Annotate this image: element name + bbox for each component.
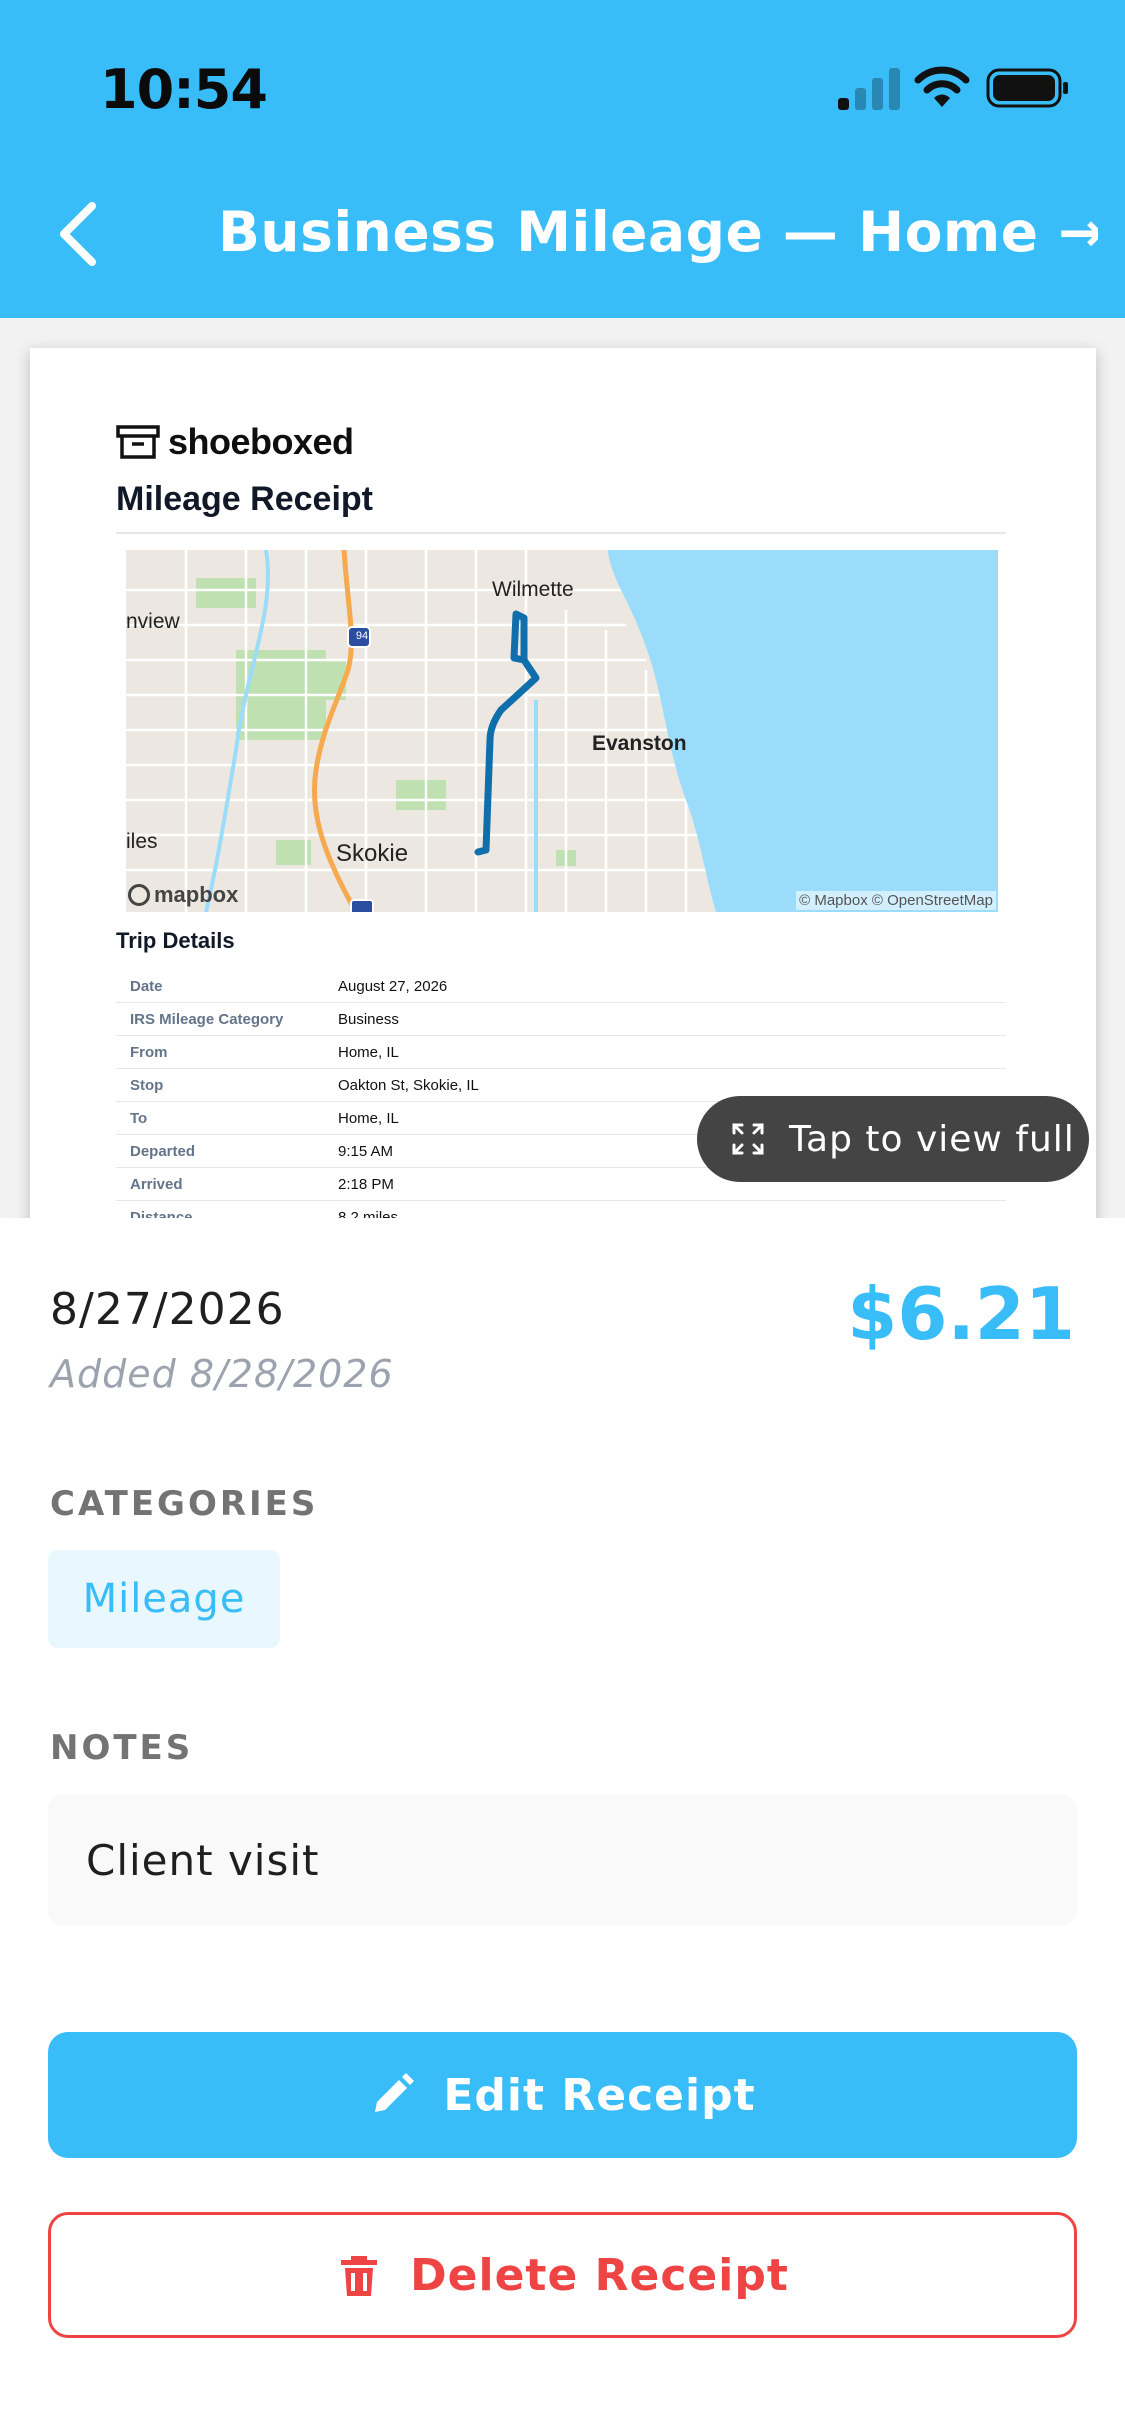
back-chevron-icon[interactable]: [52, 198, 112, 270]
receipt-preview[interactable]: shoeboxed Mileage Receipt Wilmette nview…: [0, 318, 1125, 1218]
wifi-icon: [914, 66, 970, 107]
trip-detail-value: Business: [338, 1010, 399, 1028]
receipt-date: 8/27/2026: [50, 1284, 285, 1335]
trip-detail-row: From Home, IL: [116, 1036, 1006, 1069]
trip-detail-label: IRS Mileage Category: [130, 1010, 284, 1028]
map-attribution: © Mapbox © OpenStreetMap: [796, 891, 996, 910]
categories-heading: CATEGORIES: [50, 1484, 319, 1524]
trip-detail-label: To: [130, 1109, 148, 1127]
trip-detail-value: August 27, 2026: [338, 977, 448, 995]
shoebox-icon: [116, 425, 160, 459]
mapbox-logo-text: mapbox: [154, 882, 239, 907]
delete-receipt-button[interactable]: Delete Receipt: [48, 2212, 1077, 2338]
notes-field[interactable]: Client visit: [48, 1794, 1077, 1926]
map-label-niles: iles: [126, 830, 158, 853]
map-label-skokie: Skokie: [336, 840, 409, 867]
map-label-glenview: nview: [126, 610, 180, 633]
trip-detail-label: From: [130, 1043, 168, 1061]
trip-detail-row: Date August 27, 2026: [116, 970, 1006, 1003]
nav-title: Business Mileage — Home → S...: [218, 200, 1098, 264]
pencil-icon: [375, 2073, 415, 2112]
trip-detail-label: Stop: [130, 1076, 164, 1094]
brand-logo: shoeboxed: [116, 420, 354, 464]
trip-detail-value: 9:15 AM: [338, 1142, 394, 1160]
notes-text: Client visit: [86, 1835, 320, 1885]
receipt-document: shoeboxed Mileage Receipt Wilmette nview…: [30, 348, 1096, 1218]
receipt-amount: $6.21: [847, 1272, 1075, 1356]
trash-icon: [341, 2256, 378, 2296]
cellular-signal-icon: [838, 68, 902, 110]
trip-detail-label: Arrived: [130, 1175, 183, 1193]
trip-detail-value: Home, IL: [338, 1109, 399, 1127]
highway-shield-label: 94: [355, 630, 369, 642]
mapbox-mark-icon: [128, 884, 150, 906]
document-divider: [116, 532, 1006, 534]
trip-detail-row: Distance 8.2 miles: [116, 1201, 1006, 1219]
document-title: Mileage Receipt: [116, 480, 373, 518]
trip-detail-value: Oakton St, Skokie, IL: [338, 1076, 479, 1094]
battery-icon: [986, 68, 1068, 108]
mapbox-logo: mapbox: [128, 882, 238, 908]
status-time: 10:54: [100, 58, 268, 121]
delete-receipt-label: Delete Receipt: [410, 2249, 789, 2301]
notes-heading: NOTES: [50, 1728, 194, 1768]
trip-detail-label: Distance: [130, 1208, 193, 1219]
trip-details-title: Trip Details: [116, 928, 235, 953]
category-chip-mileage[interactable]: Mileage: [48, 1550, 280, 1648]
trip-detail-label: Date: [130, 977, 163, 995]
tap-to-view-label: Tap to view full: [789, 1118, 1075, 1160]
trip-detail-value: 8.2 miles: [338, 1208, 399, 1219]
trip-detail-value: Home, IL: [338, 1043, 399, 1061]
brand-name: shoeboxed: [168, 421, 354, 462]
app-header: 10:54 Business Mileage — Home → S...: [0, 0, 1125, 318]
expand-icon: [732, 1123, 764, 1155]
added-date: Added 8/28/2026: [50, 1352, 394, 1396]
route-map: Wilmette nview Evanston iles Skokie 94 m…: [126, 550, 998, 912]
trip-detail-row: IRS Mileage Category Business: [116, 1003, 1006, 1036]
map-label-wilmette: Wilmette: [492, 578, 574, 601]
tap-to-view-full-button[interactable]: Tap to view full: [697, 1096, 1089, 1182]
edit-receipt-label: Edit Receipt: [443, 2069, 756, 2121]
trip-detail-value: 2:18 PM: [338, 1175, 394, 1193]
map-graphic: [126, 550, 998, 912]
edit-receipt-button[interactable]: Edit Receipt: [48, 2032, 1077, 2158]
map-label-evanston: Evanston: [592, 732, 687, 755]
trip-detail-label: Departed: [130, 1142, 196, 1160]
